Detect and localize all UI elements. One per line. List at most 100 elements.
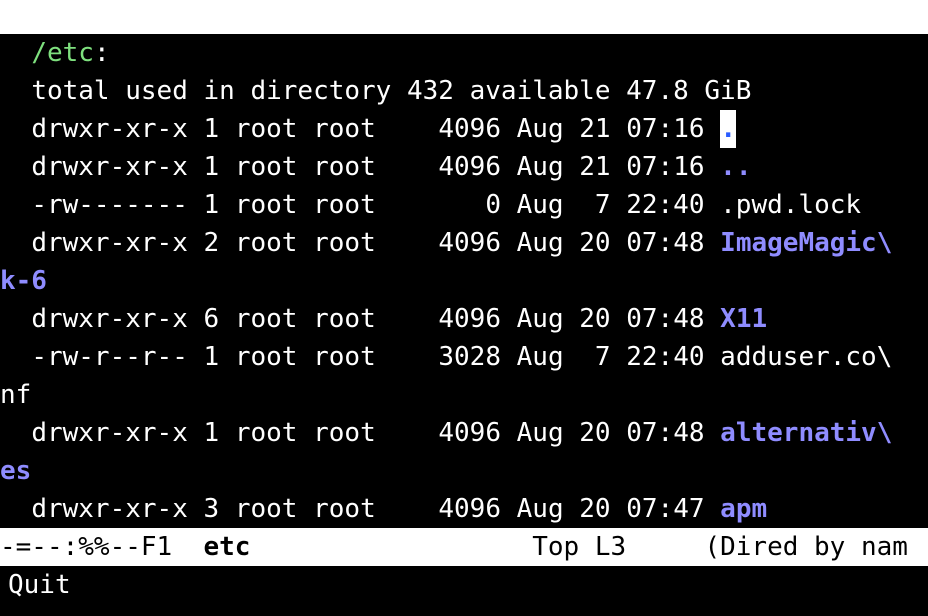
entry-name-file[interactable]: .pwd.lock xyxy=(720,190,861,220)
entry-day: 20 xyxy=(579,418,611,448)
menu-edit[interactable]: Edit xyxy=(149,34,212,68)
entry-owner: root xyxy=(234,418,298,448)
dired-entry[interactable]: drwxr-xr-x 2 root root 4096 Aug 20 07:48… xyxy=(0,224,892,262)
entry-perms: drwxr-xr-x xyxy=(31,304,188,334)
entry-name-file[interactable]: adduser.co\ xyxy=(720,342,892,372)
entry-time: 22:40 xyxy=(626,190,705,220)
emacs-terminal: File Edit Options Buffers Tools Operate Mark Re… xyxy=(0,0,928,616)
dired-entry[interactable]: -rw-r--r-- 1 root root 3028 Aug 7 22:40 … xyxy=(0,338,892,376)
entry-day: 20 xyxy=(579,228,611,258)
entry-size: 4096 xyxy=(438,152,501,182)
entry-owner: root xyxy=(234,342,298,372)
entry-month: Aug xyxy=(516,114,564,144)
entry-name-dir[interactable]: .. xyxy=(720,152,751,182)
modeline-mode[interactable]: (Dired by nam xyxy=(704,532,908,562)
entry-group: root xyxy=(313,228,376,258)
entry-links: 2 xyxy=(203,228,220,258)
entry-owner: root xyxy=(234,228,298,258)
entry-name-dir[interactable]: alternativ\ xyxy=(720,418,892,448)
dired-entry[interactable]: drwxr-xr-x 1 root root 4096 Aug 21 07:16… xyxy=(0,148,751,186)
wrapped-line: k-6 xyxy=(0,262,47,300)
entry-name-dir[interactable]: apm xyxy=(720,494,767,524)
dired-entry[interactable]: drwxr-xr-x 1 root root 4096 Aug 20 07:48… xyxy=(0,414,892,452)
entry-group: root xyxy=(313,418,376,448)
entry-links: 6 xyxy=(203,304,220,334)
entry-owner: root xyxy=(234,114,298,144)
dired-entry[interactable]: -rw------- 1 root root 0 Aug 7 22:40 .pw… xyxy=(0,186,861,224)
menu-options[interactable]: Options xyxy=(228,34,338,68)
entry-group: root xyxy=(313,114,376,144)
entry-name-wrap[interactable]: k-6 xyxy=(0,266,47,296)
menu-mark[interactable]: Mark xyxy=(699,34,762,68)
entry-time: 07:16 xyxy=(626,114,705,144)
entry-time: 07:16 xyxy=(626,152,705,182)
dired-header-colon: : xyxy=(93,38,110,68)
dired-entry[interactable]: drwxr-xr-x 3 root root 4096 Aug 20 07:47… xyxy=(0,490,767,528)
entry-owner: root xyxy=(234,190,298,220)
menu-operate[interactable]: Operate xyxy=(573,34,683,68)
wrapped-line: nf xyxy=(0,376,31,414)
dired-header: /etc: xyxy=(0,34,110,72)
entry-day: 7 xyxy=(594,190,611,220)
entry-group: root xyxy=(313,152,376,182)
entry-month: Aug xyxy=(516,418,564,448)
entry-owner: root xyxy=(234,304,298,334)
entry-links: 1 xyxy=(203,418,220,448)
dired-directory-path[interactable]: /etc xyxy=(31,38,94,68)
entry-day: 20 xyxy=(579,304,611,334)
entry-time: 22:40 xyxy=(626,342,705,372)
entry-name-dir[interactable]: X11 xyxy=(720,304,767,334)
entry-size: 4096 xyxy=(438,494,501,524)
entry-time: 07:48 xyxy=(626,418,705,448)
entry-day: 7 xyxy=(594,342,611,372)
minibuffer-message: Quit xyxy=(8,570,71,600)
dired-total-text: total used in directory 432 available 47… xyxy=(31,76,752,106)
entry-month: Aug xyxy=(516,190,564,220)
modeline-buffer-name[interactable]: etc xyxy=(204,532,251,562)
entry-links: 1 xyxy=(203,114,220,144)
entry-time: 07:48 xyxy=(626,228,705,258)
entry-size: 3028 xyxy=(438,342,501,372)
entry-group: root xyxy=(313,494,376,524)
modeline-position: Top xyxy=(532,532,580,562)
entry-day: 21 xyxy=(579,114,611,144)
entry-time: 07:47 xyxy=(626,494,705,524)
entry-size: 4096 xyxy=(438,114,501,144)
dired-entry[interactable]: drwxr-xr-x 1 root root 4096 Aug 21 07:16… xyxy=(0,110,737,148)
entry-perms: -rw------- xyxy=(31,190,188,220)
entry-links: 1 xyxy=(203,190,220,220)
entry-day: 20 xyxy=(579,494,611,524)
entry-perms: drwxr-xr-x xyxy=(31,152,188,182)
entry-size: 0 xyxy=(485,190,501,220)
menu-immed[interactable]: Immed xyxy=(887,34,928,68)
dired-entry[interactable]: drwxr-xr-x 6 root root 4096 Aug 20 07:48… xyxy=(0,300,767,338)
entry-month: Aug xyxy=(516,494,564,524)
entry-group: root xyxy=(313,304,376,334)
wrapped-line: es xyxy=(0,452,31,490)
menu-regexp[interactable]: Regexp xyxy=(778,34,872,68)
entry-name-dir[interactable]: ImageMagic\ xyxy=(720,228,892,258)
entry-time: 07:48 xyxy=(626,304,705,334)
entry-month: Aug xyxy=(516,342,564,372)
entry-size: 4096 xyxy=(438,418,501,448)
entry-links: 1 xyxy=(203,342,220,372)
entry-day: 21 xyxy=(579,152,611,182)
entry-group: root xyxy=(313,342,376,372)
entry-perms: drwxr-xr-x xyxy=(31,228,188,258)
entry-month: Aug xyxy=(516,152,564,182)
menu-buffers[interactable]: Buffers xyxy=(353,34,463,68)
entry-name-wrap[interactable]: es xyxy=(0,456,31,486)
entry-perms: drwxr-xr-x xyxy=(31,418,188,448)
minibuffer[interactable]: Quit xyxy=(8,566,71,604)
entry-month: Aug xyxy=(516,304,564,334)
menu-tools[interactable]: Tools xyxy=(479,34,557,68)
entry-perms: drwxr-xr-x xyxy=(31,114,188,144)
entry-name-dir[interactable]: . xyxy=(720,110,737,148)
entry-links: 1 xyxy=(203,152,220,182)
entry-links: 3 xyxy=(203,494,220,524)
entry-name-wrap[interactable]: nf xyxy=(0,380,31,410)
dired-total-line: total used in directory 432 available 47… xyxy=(0,72,751,110)
menu-bar: File Edit Options Buffers Tools Operate Mark Re… xyxy=(0,0,928,66)
entry-group: root xyxy=(313,190,376,220)
modeline-status: -=--:%%--F1 xyxy=(0,532,173,562)
